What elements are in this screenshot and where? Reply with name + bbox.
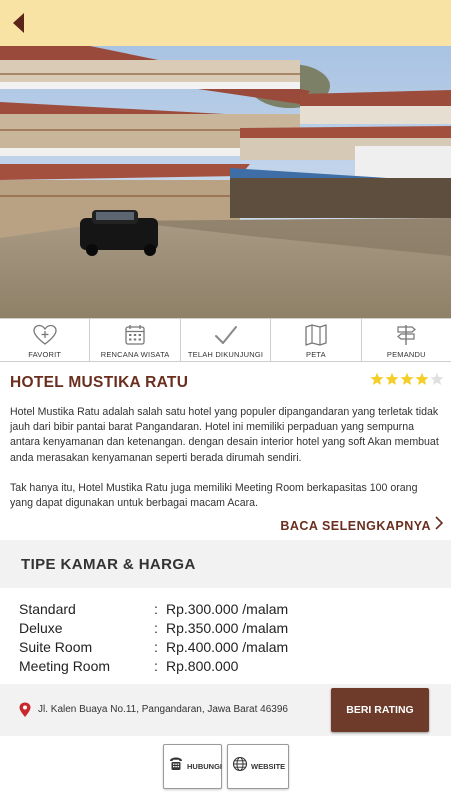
room-separator: : xyxy=(154,620,158,636)
read-more-link[interactable]: BACA SELENGKAPNYA xyxy=(280,516,444,535)
room-price: Rp.350.000 /malam xyxy=(166,620,289,636)
checkmark-icon xyxy=(213,323,239,347)
room-name: Deluxe xyxy=(19,620,63,636)
location-pin-icon xyxy=(19,702,31,723)
hotel-photo xyxy=(0,46,451,318)
star-rating xyxy=(370,372,444,386)
description-paragraph: Hotel Mustika Ratu adalah salah satu hot… xyxy=(10,406,439,464)
room-row: Deluxe : Rp.350.000 /malam xyxy=(19,619,288,638)
star-icon xyxy=(415,372,429,386)
visited-button[interactable]: TELAH DIKUNJUNGI xyxy=(181,319,272,361)
map-icon xyxy=(303,323,329,347)
room-row: Meeting Room : Rp.800.000 xyxy=(19,657,288,676)
website-button[interactable]: WEBSITE xyxy=(227,744,289,789)
trip-plan-button[interactable]: RENCANA WISATA xyxy=(90,319,181,361)
description-paragraph: Tak hanya itu, Hotel Mustika Ratu juga m… xyxy=(10,481,418,510)
room-name: Standard xyxy=(19,601,76,617)
favorite-label: FAVORIT xyxy=(28,350,62,359)
favorite-button[interactable]: FAVORIT xyxy=(0,319,91,361)
top-bar xyxy=(0,0,451,46)
back-arrow-icon[interactable] xyxy=(6,10,32,36)
star-icon xyxy=(385,372,399,386)
hotel-name: HOTEL MUSTIKA RATU xyxy=(10,374,189,391)
star-icon xyxy=(400,372,414,386)
trip-plan-label: RENCANA WISATA xyxy=(100,350,170,359)
room-row: Standard : Rp.300.000 /malam xyxy=(19,600,288,619)
room-price: Rp.300.000 /malam xyxy=(166,601,289,617)
website-label: WEBSITE xyxy=(251,762,286,771)
globe-icon xyxy=(232,756,248,777)
heart-plus-icon xyxy=(32,323,58,347)
star-icon xyxy=(370,372,384,386)
chevron-right-icon xyxy=(435,516,444,535)
map-button[interactable]: PETA xyxy=(271,319,362,361)
hotel-address: Jl. Kalen Buaya No.11, Pangandaran, Jawa… xyxy=(38,704,288,715)
call-button[interactable]: HUBUNGI xyxy=(163,744,222,789)
map-label: PETA xyxy=(306,350,326,359)
calendar-icon xyxy=(122,323,148,347)
room-price: Rp.400.000 /malam xyxy=(166,639,289,655)
room-name: Suite Room xyxy=(19,639,93,655)
room-separator: : xyxy=(154,601,158,617)
visited-label: TELAH DIKUNJUNGI xyxy=(187,350,264,359)
room-section-header: TIPE KAMAR & HARGA xyxy=(0,540,451,588)
telephone-icon xyxy=(168,756,184,777)
give-rating-button[interactable]: BERI RATING xyxy=(331,688,429,732)
guide-label: PEMANDU xyxy=(386,350,426,359)
room-price-list: Standard : Rp.300.000 /malam Deluxe : Rp… xyxy=(19,600,288,676)
guide-button[interactable]: PEMANDU xyxy=(362,319,451,361)
room-row: Suite Room : Rp.400.000 /malam xyxy=(19,638,288,657)
room-name: Meeting Room xyxy=(19,658,111,674)
room-separator: : xyxy=(154,639,158,655)
signpost-icon xyxy=(393,323,419,347)
call-label: HUBUNGI xyxy=(187,762,222,771)
room-price: Rp.800.000 xyxy=(166,658,239,674)
star-icon xyxy=(430,372,444,386)
room-separator: : xyxy=(154,658,158,674)
hotel-description: Hotel Mustika Ratu adalah salah satu hot… xyxy=(10,405,442,511)
location-bar: Jl. Kalen Buaya No.11, Pangandaran, Jawa… xyxy=(0,684,451,736)
read-more-label: BACA SELENGKAPNYA xyxy=(280,518,431,533)
room-section-title: TIPE KAMAR & HARGA xyxy=(21,556,196,573)
action-bar: FAVORIT RENCANA WISATA TELAH DIKUNJUNGI … xyxy=(0,318,451,362)
